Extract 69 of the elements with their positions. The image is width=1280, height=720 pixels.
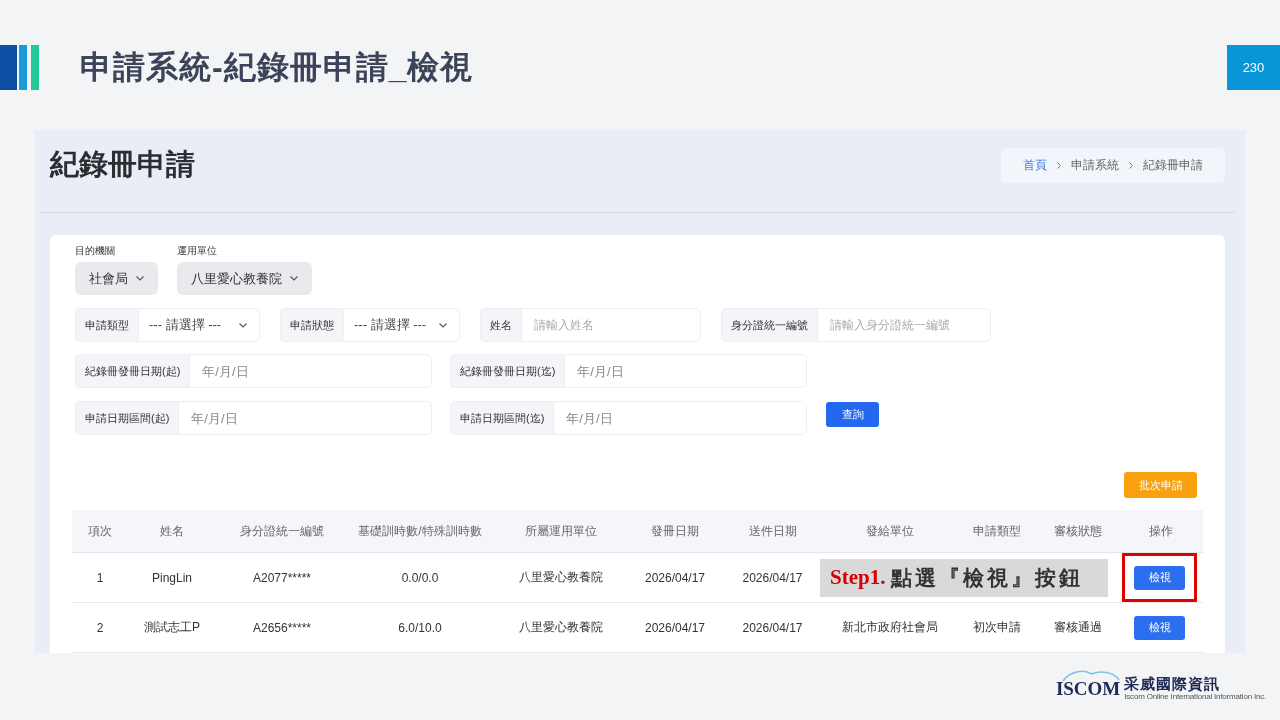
table-cell: A2077*****: [216, 552, 348, 603]
chevron-right-icon: [1129, 161, 1133, 169]
column-header: 審核狀態: [1038, 510, 1118, 553]
select-field[interactable]: 社會局: [75, 262, 158, 295]
column-header: 基礎訓時數/特殊訓時數: [348, 510, 492, 553]
field-label: 申請狀態: [280, 308, 343, 342]
date-field[interactable]: 年/月/日: [178, 401, 432, 435]
title-accent-drawing: [0, 45, 39, 90]
select-field[interactable]: 八里愛心教養院: [177, 262, 312, 295]
table-cell: 測試志工P: [128, 602, 216, 653]
field-label: 申請類型: [75, 308, 138, 342]
column-header: 送件日期: [720, 510, 825, 553]
table-cell: 1: [72, 552, 128, 603]
field-label: 申請日期區間(起): [75, 401, 179, 435]
table-cell: 八里愛心教養院: [492, 552, 630, 603]
table-cell: 新北市政府社會局: [825, 602, 955, 653]
chevron-down-icon: [136, 276, 144, 281]
chevron-down-icon: [239, 322, 247, 328]
breadcrumb-item: 申請系統: [1071, 156, 1119, 174]
chevron-right-icon: [1057, 161, 1061, 169]
step-label: Step1.: [830, 565, 886, 590]
column-header: 發給單位: [825, 510, 955, 553]
select-field[interactable]: --- 請選擇 ---: [138, 308, 260, 342]
table-cell: 審核通過: [1038, 602, 1118, 653]
column-header: 項次: [72, 510, 128, 553]
table-cell: PingLin: [128, 552, 216, 603]
table-cell: 2026/04/17: [630, 602, 720, 653]
date-field[interactable]: 年/月/日: [553, 401, 807, 435]
view-button[interactable]: 檢視: [1134, 615, 1185, 640]
select-field[interactable]: --- 請選擇 ---: [343, 308, 460, 342]
slide-title: 申請系統-紀錄冊申請_檢視: [80, 48, 475, 87]
page-number: 230: [1227, 45, 1280, 90]
table-cell: 2: [72, 602, 128, 653]
field-label: 身分證統一編號: [721, 308, 817, 342]
column-header: 姓名: [128, 510, 216, 553]
page-title: 紀錄冊申請: [50, 147, 195, 182]
column-header: 所屬運用單位: [492, 510, 630, 553]
table-cell: 0.0/0.0: [348, 552, 492, 603]
search-button[interactable]: 查詢: [826, 402, 879, 427]
table-cell: 初次申請: [955, 602, 1038, 653]
date-field[interactable]: 年/月/日: [564, 354, 807, 388]
column-header: 身分證統一編號: [216, 510, 348, 553]
date-field[interactable]: 年/月/日: [189, 354, 432, 388]
cloud-swoosh-icon: [1061, 670, 1120, 682]
breadcrumb-item: 紀錄冊申請: [1143, 156, 1203, 174]
input-field[interactable]: 請輸入姓名: [521, 308, 701, 342]
table-cell: 2026/04/17: [630, 552, 720, 603]
company-tagline: Iscom Online International Information Inc.: [1124, 692, 1266, 701]
column-header: 操作: [1118, 510, 1203, 553]
table-cell: 6.0/10.0: [348, 602, 492, 653]
view-button[interactable]: 檢視: [1134, 565, 1185, 590]
column-header: 發冊日期: [630, 510, 720, 553]
chevron-down-icon: [290, 276, 298, 281]
input-field[interactable]: 請輸入身分證統一編號: [817, 308, 991, 342]
field-label: 紀錄冊發冊日期(起): [75, 354, 190, 388]
company-name: 采威國際資訊: [1124, 676, 1221, 692]
table-cell: 2026/04/17: [720, 602, 825, 653]
field-label: 目的機關: [75, 245, 115, 257]
breadcrumb-link[interactable]: 首頁: [1023, 156, 1047, 174]
table-cell: A2656*****: [216, 602, 348, 653]
chevron-down-icon: [439, 322, 447, 328]
field-label: 姓名: [480, 308, 521, 342]
column-header: 申請類型: [955, 510, 1038, 553]
table-cell: 八里愛心教養院: [492, 602, 630, 653]
annotation-text: 點選『檢視』按鈕: [891, 564, 1084, 592]
logo-wordmark: ISCOM: [1055, 677, 1121, 701]
field-label: 運用單位: [177, 245, 217, 257]
field-label: 紀錄冊發冊日期(迄): [450, 354, 565, 388]
field-label: 申請日期區間(迄): [450, 401, 554, 435]
